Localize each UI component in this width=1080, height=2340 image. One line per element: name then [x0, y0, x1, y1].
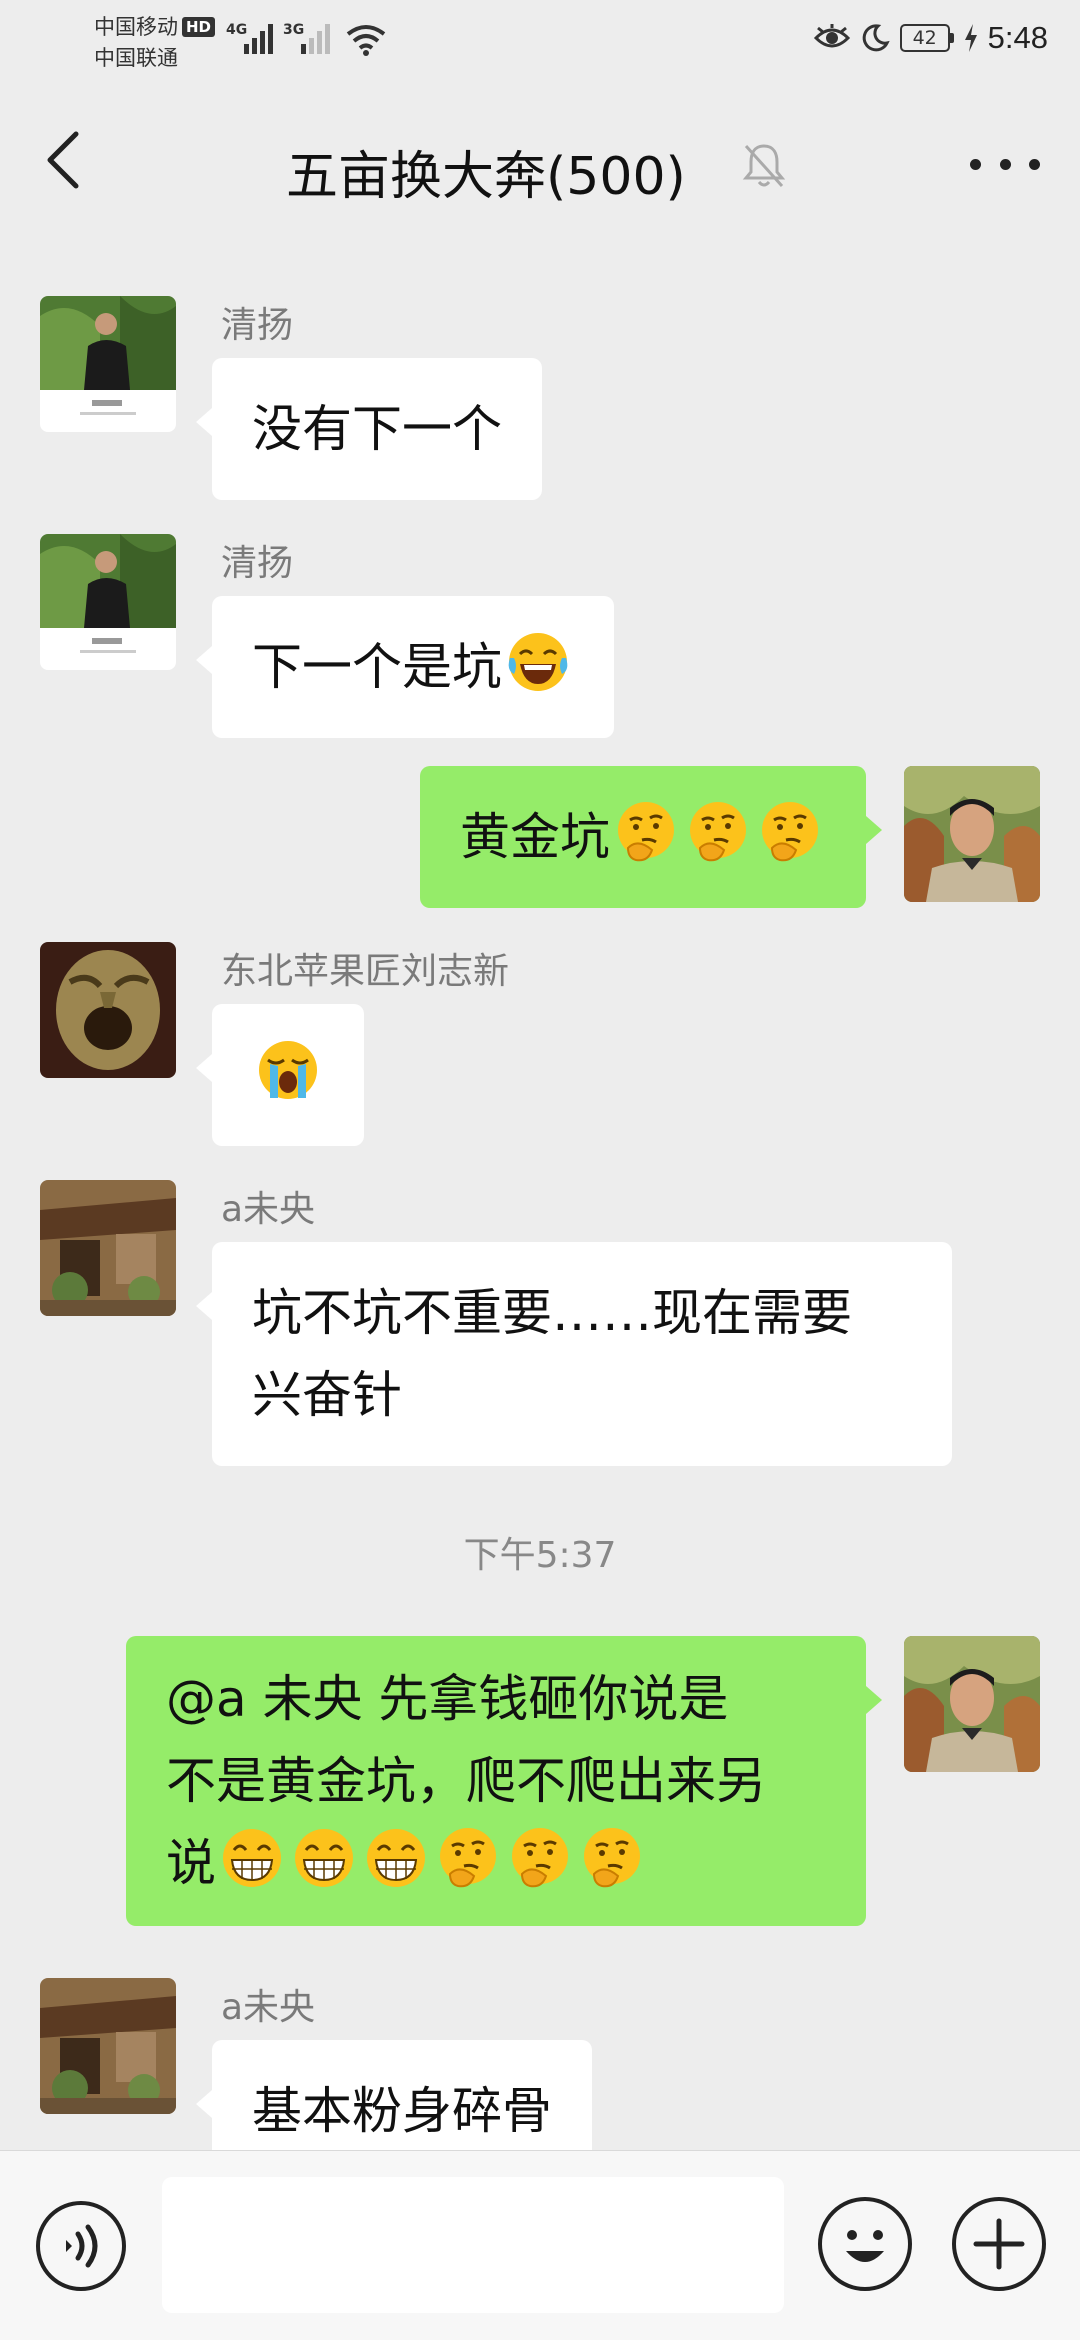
- sender-name: 东北苹果匠刘志新: [221, 951, 510, 992]
- message-item: 黄金坑: [0, 766, 1080, 908]
- carrier-2: 中国联通: [94, 46, 178, 70]
- clock: 5:48: [987, 20, 1048, 55]
- message-item: 清扬 下一个是坑: [0, 534, 1080, 738]
- signal-icon-1: 4G: [226, 22, 273, 54]
- avatar-self[interactable]: [904, 766, 1040, 902]
- battery-level: 42: [899, 24, 950, 52]
- thinking-emoji-icon: [508, 1826, 572, 1890]
- input-bar: [0, 2150, 1080, 2340]
- message-bubble[interactable]: 没有下一个: [196, 358, 542, 500]
- message-timestamp: 下午5:37: [463, 1535, 617, 1576]
- message-item: a未央 基本粉身碎骨: [0, 1978, 1080, 2150]
- message-text-line: @a 未央 先拿钱砸你说是: [166, 1670, 729, 1728]
- message-list[interactable]: 清扬 没有下一个 清扬 下一个是坑 黄金坑 东北苹果匠刘志新 a未央 坑不坑不重…: [0, 246, 1080, 2150]
- grin-emoji-icon: [292, 1826, 356, 1890]
- hd-badge: HD: [182, 17, 216, 37]
- message-input[interactable]: [162, 2177, 784, 2313]
- message-item: a未央 坑不坑不重要……现在需要 兴奋针: [0, 1180, 1080, 1466]
- status-right: 42 5:48: [813, 20, 1048, 56]
- sender-name: 清扬: [221, 543, 294, 584]
- thinking-emoji-icon: [758, 800, 822, 864]
- laugh-tears-emoji-icon: [506, 630, 570, 694]
- message-bubble[interactable]: 下一个是坑: [196, 596, 614, 738]
- more-options-button[interactable]: [970, 144, 1040, 184]
- avatar-weiyang[interactable]: [40, 1978, 176, 2114]
- message-bubble[interactable]: 黄金坑: [420, 766, 882, 908]
- message-bubble[interactable]: 基本粉身碎骨: [196, 2040, 592, 2150]
- carrier-1: 中国移动: [94, 15, 178, 39]
- plus-icon: [973, 2218, 1025, 2270]
- message-item: 东北苹果匠刘志新: [0, 942, 1080, 1146]
- thinking-emoji-icon: [580, 1826, 644, 1890]
- crying-emoji-icon: [256, 1038, 320, 1102]
- chat-title: 五亩换大奔(500): [286, 147, 686, 207]
- grin-emoji-icon: [364, 1826, 428, 1890]
- message-bubble[interactable]: @a 未央 先拿钱砸你说是 不是黄金坑，爬不爬出来另 说: [126, 1636, 882, 1926]
- voice-input-button[interactable]: [36, 2201, 126, 2291]
- grin-emoji-icon: [220, 1826, 284, 1890]
- voice-icon: [66, 2224, 98, 2268]
- battery-icon: 42: [899, 24, 954, 52]
- eye-icon: [813, 24, 850, 48]
- message-text-line: 不是黄金坑，爬不爬出来另: [166, 1752, 766, 1810]
- wifi-icon: [346, 25, 386, 56]
- signal-indicators: 4G 3G: [226, 22, 330, 54]
- more-functions-button[interactable]: [952, 2197, 1046, 2291]
- message-item: 清扬 没有下一个: [0, 296, 1080, 500]
- dot-icon: [999, 158, 1011, 170]
- net-type-2: 3G: [283, 22, 305, 38]
- message-text-line: 说: [166, 1834, 216, 1892]
- net-type-1: 4G: [226, 22, 248, 38]
- moon-icon: [862, 24, 890, 52]
- avatar-qingyang[interactable]: [40, 296, 176, 432]
- avatar-self[interactable]: [904, 1636, 1040, 1772]
- sender-name: 清扬: [221, 305, 294, 346]
- message-text-line: 兴奋针: [252, 1366, 402, 1424]
- sender-name: a未央: [221, 1189, 316, 1230]
- message-item: @a 未央 先拿钱砸你说是 不是黄金坑，爬不爬出来另 说: [0, 1636, 1080, 1946]
- smiley-icon: [846, 2230, 884, 2262]
- thinking-emoji-icon: [614, 800, 678, 864]
- mute-bell-icon: [742, 144, 786, 188]
- message-text-line: 坑不坑不重要……现在需要: [252, 1284, 852, 1342]
- avatar-qingyang[interactable]: [40, 534, 176, 670]
- thinking-emoji-icon: [686, 800, 750, 864]
- message-bubble[interactable]: 坑不坑不重要……现在需要 兴奋针: [196, 1242, 952, 1466]
- charging-icon: [964, 24, 977, 52]
- avatar-liuzhixin[interactable]: [40, 942, 176, 1078]
- sender-name: a未央: [221, 1987, 316, 2028]
- message-bubble[interactable]: [196, 1004, 364, 1146]
- message-text: 黄金坑: [460, 808, 610, 866]
- message-text: 下一个是坑: [252, 638, 502, 696]
- thinking-emoji-icon: [436, 1826, 500, 1890]
- signal-icon-2: 3G: [283, 22, 330, 54]
- message-text: 没有下一个: [252, 400, 502, 458]
- status-bar: 中国移动 HD 中国联通 4G 3G 42 5:48: [0, 0, 1080, 90]
- message-text: 基本粉身碎骨: [252, 2082, 552, 2140]
- chat-header: 五亩换大奔(500): [0, 90, 1080, 246]
- avatar-weiyang[interactable]: [40, 1180, 176, 1316]
- dot-icon: [1029, 158, 1040, 170]
- emoji-button[interactable]: [818, 2197, 912, 2291]
- carrier-info: 中国移动 HD 中国联通: [94, 12, 216, 74]
- dot-icon: [970, 158, 981, 170]
- back-button[interactable]: [36, 130, 96, 190]
